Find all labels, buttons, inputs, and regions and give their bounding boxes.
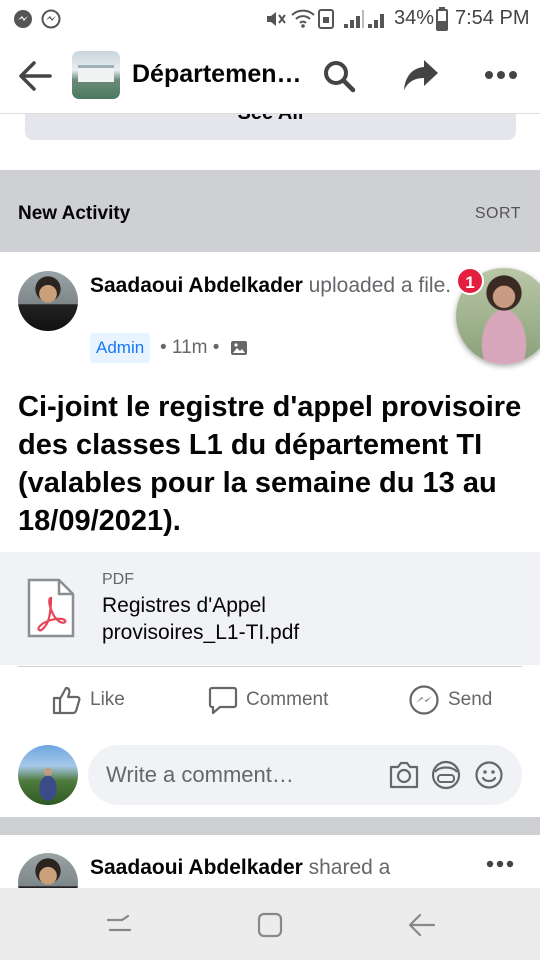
battery-icon <box>436 7 448 31</box>
search-icon[interactable] <box>322 59 356 93</box>
post-text: Ci-joint le registre d'appel provisoire … <box>18 391 522 537</box>
battery-percent: 34% <box>394 7 435 29</box>
my-avatar <box>18 745 78 805</box>
messenger-bubble-icon <box>12 8 34 30</box>
see-all-button[interactable]: See All <box>25 114 516 140</box>
notification-badge: 1 <box>456 267 484 295</box>
sim-icon <box>318 9 334 29</box>
file-name[interactable]: Registres d'Appel provisoires_L1-TI.pdf <box>102 592 402 646</box>
system-nav-bar <box>0 888 540 960</box>
author-avatar[interactable] <box>18 271 78 331</box>
post-header-text: Saadaoui Abdelkader uploaded a file. <box>90 272 455 299</box>
more-icon[interactable] <box>484 70 518 80</box>
status-bar: 34% 7:54 PM <box>0 0 540 38</box>
like-button[interactable]: Like <box>52 680 125 720</box>
messenger-icon <box>408 684 440 716</box>
recent-apps-icon[interactable] <box>106 912 132 938</box>
comment-icon <box>208 685 238 715</box>
avatar-sticker-icon[interactable] <box>430 759 462 791</box>
like-icon <box>52 685 82 715</box>
mute-icon <box>264 9 288 29</box>
admin-badge: Admin <box>90 333 151 363</box>
send-label: Send <box>448 689 493 710</box>
see-all-label: See All <box>25 114 516 125</box>
comment-input[interactable]: Write a comment… <box>88 745 522 805</box>
sort-button[interactable]: SORT <box>475 205 521 223</box>
app-bar: Départemen… <box>0 38 540 114</box>
camera-icon[interactable] <box>388 760 420 790</box>
comment-label: Comment <box>246 689 329 710</box>
divider <box>18 666 522 667</box>
next-post-action: shared a <box>302 856 391 879</box>
comment-placeholder: Write a comment… <box>106 762 294 787</box>
group-title[interactable]: Départemen… <box>132 60 302 89</box>
post-time: • 11m • <box>160 337 220 358</box>
post-action: uploaded a file. <box>302 274 452 297</box>
like-label: Like <box>90 689 125 710</box>
next-author-name[interactable]: Saadaoui Abdelkader <box>90 856 303 879</box>
post-more-icon[interactable] <box>486 860 514 868</box>
send-button[interactable]: Send <box>408 680 492 720</box>
emoji-icon[interactable] <box>474 760 504 790</box>
screen: 34% 7:54 PM Départemen… See All New Acti… <box>0 0 540 960</box>
clock: 7:54 PM <box>455 7 530 29</box>
next-post-header: Saadaoui Abdelkader shared a <box>90 854 450 881</box>
author-name[interactable]: Saadaoui Abdelkader <box>90 274 303 297</box>
messenger-icon <box>40 8 62 30</box>
share-icon[interactable] <box>402 58 440 92</box>
section-title: New Activity <box>18 203 131 224</box>
new-activity-header: New Activity SORT <box>0 170 540 252</box>
feed-separator <box>0 817 540 835</box>
pdf-file-icon <box>27 578 75 638</box>
signal-icon <box>342 8 388 30</box>
photo-privacy-icon <box>230 339 248 357</box>
back-arrow-icon[interactable] <box>18 60 52 92</box>
wifi-icon <box>290 7 316 29</box>
comment-button[interactable]: Comment <box>208 680 328 720</box>
group-thumbnail[interactable] <box>72 51 120 99</box>
home-icon[interactable] <box>257 912 283 938</box>
nav-back-icon[interactable] <box>408 912 436 938</box>
file-type: PDF <box>102 571 134 588</box>
